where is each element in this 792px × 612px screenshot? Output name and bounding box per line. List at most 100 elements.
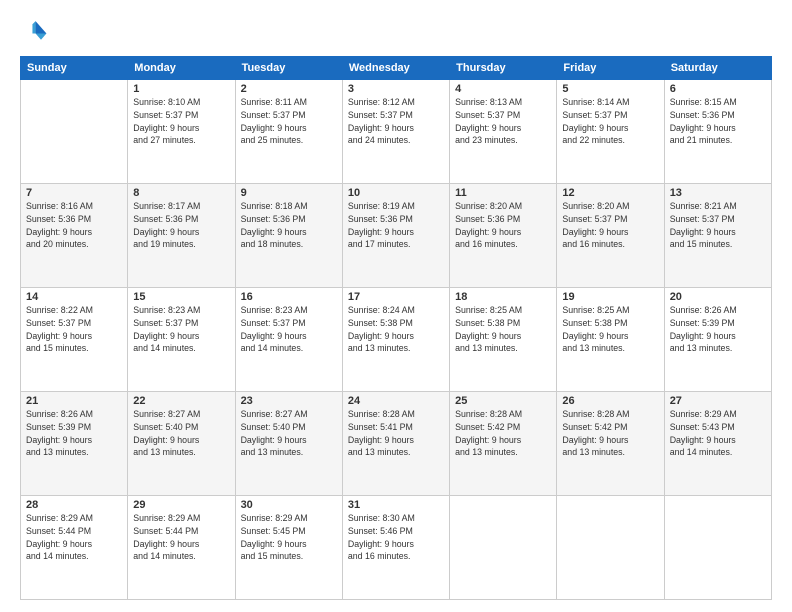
day-number: 26 xyxy=(562,395,658,407)
week-row-5: 28 Sunrise: 8:29 AMSunset: 5:44 PMDayligh… xyxy=(21,496,772,600)
day-info: Sunrise: 8:19 AMSunset: 5:36 PMDaylight:… xyxy=(348,200,444,251)
calendar-cell: 29Sunrise: 8:29 AMSunset: 5:44 PMDayligh… xyxy=(128,496,235,600)
day-info: Sunrise: 8:25 AMSunset: 5:38 PMDaylight:… xyxy=(562,304,658,355)
weekday-header-monday: Monday xyxy=(128,57,235,80)
calendar-cell xyxy=(664,496,771,600)
calendar: SundayMondayTuesdayWednesdayThursdayFrid… xyxy=(20,56,772,600)
day-number: 3 xyxy=(348,83,444,95)
calendar-cell: 3Sunrise: 8:12 AMSunset: 5:37 PMDaylight… xyxy=(342,80,449,184)
calendar-cell: 28Sunrise: 8:29 AMSunset: 5:44 PMDayligh… xyxy=(21,496,128,600)
day-info: Sunrise: 8:12 AMSunset: 5:37 PMDaylight:… xyxy=(348,96,444,147)
day-info: Sunrise: 8:29 AMSunset: 5:43 PMDaylight:… xyxy=(670,408,766,459)
day-number: 1 xyxy=(133,83,229,95)
calendar-cell: 4Sunrise: 8:13 AMSunset: 5:37 PMDaylight… xyxy=(450,80,557,184)
day-info: Sunrise: 8:14 AMSunset: 5:37 PMDaylight:… xyxy=(562,96,658,147)
day-info: Sunrise: 8:18 AMSunset: 5:36 PMDaylight:… xyxy=(241,200,337,251)
calendar-cell: 5Sunrise: 8:14 AMSunset: 5:37 PMDaylight… xyxy=(557,80,664,184)
calendar-cell: 22Sunrise: 8:27 AMSunset: 5:40 PMDayligh… xyxy=(128,392,235,496)
calendar-cell: 30Sunrise: 8:29 AMSunset: 5:45 PMDayligh… xyxy=(235,496,342,600)
calendar-cell: 12Sunrise: 8:20 AMSunset: 5:37 PMDayligh… xyxy=(557,184,664,288)
calendar-cell: 11Sunrise: 8:20 AMSunset: 5:36 PMDayligh… xyxy=(450,184,557,288)
day-number: 14 xyxy=(26,291,122,303)
weekday-header-friday: Friday xyxy=(557,57,664,80)
calendar-cell xyxy=(21,80,128,184)
weekday-header-saturday: Saturday xyxy=(664,57,771,80)
day-info: Sunrise: 8:17 AMSunset: 5:36 PMDaylight:… xyxy=(133,200,229,251)
calendar-cell: 1Sunrise: 8:10 AMSunset: 5:37 PMDaylight… xyxy=(128,80,235,184)
day-info: Sunrise: 8:28 AMSunset: 5:42 PMDaylight:… xyxy=(562,408,658,459)
weekday-header-row: SundayMondayTuesdayWednesdayThursdayFrid… xyxy=(21,57,772,80)
day-info: Sunrise: 8:26 AMSunset: 5:39 PMDaylight:… xyxy=(26,408,122,459)
weekday-header-sunday: Sunday xyxy=(21,57,128,80)
week-row-3: 14Sunrise: 8:22 AMSunset: 5:37 PMDayligh… xyxy=(21,288,772,392)
week-row-1: 1Sunrise: 8:10 AMSunset: 5:37 PMDaylight… xyxy=(21,80,772,184)
calendar-cell: 15Sunrise: 8:23 AMSunset: 5:37 PMDayligh… xyxy=(128,288,235,392)
logo-icon xyxy=(20,18,48,46)
day-info: Sunrise: 8:10 AMSunset: 5:37 PMDaylight:… xyxy=(133,96,229,147)
calendar-cell: 27Sunrise: 8:29 AMSunset: 5:43 PMDayligh… xyxy=(664,392,771,496)
calendar-cell: 13Sunrise: 8:21 AMSunset: 5:37 PMDayligh… xyxy=(664,184,771,288)
day-number: 20 xyxy=(670,291,766,303)
calendar-cell: 8Sunrise: 8:17 AMSunset: 5:36 PMDaylight… xyxy=(128,184,235,288)
calendar-cell xyxy=(557,496,664,600)
calendar-cell: 20Sunrise: 8:26 AMSunset: 5:39 PMDayligh… xyxy=(664,288,771,392)
day-number: 7 xyxy=(26,187,122,199)
day-number: 10 xyxy=(348,187,444,199)
day-number: 24 xyxy=(348,395,444,407)
day-number: 23 xyxy=(241,395,337,407)
day-info: Sunrise: 8:23 AMSunset: 5:37 PMDaylight:… xyxy=(133,304,229,355)
day-info: Sunrise: 8:21 AMSunset: 5:37 PMDaylight:… xyxy=(670,200,766,251)
day-info: Sunrise: 8:16 AMSunset: 5:36 PMDaylight:… xyxy=(26,200,122,251)
day-number: 8 xyxy=(133,187,229,199)
calendar-cell: 17Sunrise: 8:24 AMSunset: 5:38 PMDayligh… xyxy=(342,288,449,392)
day-number: 16 xyxy=(241,291,337,303)
calendar-cell: 23Sunrise: 8:27 AMSunset: 5:40 PMDayligh… xyxy=(235,392,342,496)
week-row-2: 7Sunrise: 8:16 AMSunset: 5:36 PMDaylight… xyxy=(21,184,772,288)
day-info: Sunrise: 8:30 AMSunset: 5:46 PMDaylight:… xyxy=(348,512,444,563)
calendar-cell: 25Sunrise: 8:28 AMSunset: 5:42 PMDayligh… xyxy=(450,392,557,496)
calendar-cell: 18Sunrise: 8:25 AMSunset: 5:38 PMDayligh… xyxy=(450,288,557,392)
calendar-cell: 2Sunrise: 8:11 AMSunset: 5:37 PMDaylight… xyxy=(235,80,342,184)
week-row-4: 21Sunrise: 8:26 AMSunset: 5:39 PMDayligh… xyxy=(21,392,772,496)
calendar-cell: 7Sunrise: 8:16 AMSunset: 5:36 PMDaylight… xyxy=(21,184,128,288)
day-info: Sunrise: 8:24 AMSunset: 5:38 PMDaylight:… xyxy=(348,304,444,355)
calendar-cell: 6Sunrise: 8:15 AMSunset: 5:36 PMDaylight… xyxy=(664,80,771,184)
calendar-cell: 9Sunrise: 8:18 AMSunset: 5:36 PMDaylight… xyxy=(235,184,342,288)
day-number: 6 xyxy=(670,83,766,95)
day-info: Sunrise: 8:28 AMSunset: 5:42 PMDaylight:… xyxy=(455,408,551,459)
day-number: 31 xyxy=(348,499,444,511)
day-number: 12 xyxy=(562,187,658,199)
day-number: 5 xyxy=(562,83,658,95)
day-info: Sunrise: 8:27 AMSunset: 5:40 PMDaylight:… xyxy=(133,408,229,459)
calendar-cell: 26Sunrise: 8:28 AMSunset: 5:42 PMDayligh… xyxy=(557,392,664,496)
day-number: 25 xyxy=(455,395,551,407)
day-number: 19 xyxy=(562,291,658,303)
page: SundayMondayTuesdayWednesdayThursdayFrid… xyxy=(0,0,792,612)
weekday-header-thursday: Thursday xyxy=(450,57,557,80)
day-info: Sunrise: 8:27 AMSunset: 5:40 PMDaylight:… xyxy=(241,408,337,459)
day-number: 29 xyxy=(133,499,229,511)
day-number: 18 xyxy=(455,291,551,303)
day-info: Sunrise: 8:23 AMSunset: 5:37 PMDaylight:… xyxy=(241,304,337,355)
day-number: 11 xyxy=(455,187,551,199)
day-number: 13 xyxy=(670,187,766,199)
calendar-cell: 21Sunrise: 8:26 AMSunset: 5:39 PMDayligh… xyxy=(21,392,128,496)
day-info: Sunrise: 8:29 AMSunset: 5:44 PMDaylight:… xyxy=(133,512,229,563)
calendar-cell xyxy=(450,496,557,600)
calendar-cell: 24Sunrise: 8:28 AMSunset: 5:41 PMDayligh… xyxy=(342,392,449,496)
weekday-header-tuesday: Tuesday xyxy=(235,57,342,80)
top-section xyxy=(20,18,772,46)
day-number: 22 xyxy=(133,395,229,407)
day-info: Sunrise: 8:20 AMSunset: 5:36 PMDaylight:… xyxy=(455,200,551,251)
weekday-header-wednesday: Wednesday xyxy=(342,57,449,80)
calendar-cell: 19Sunrise: 8:25 AMSunset: 5:38 PMDayligh… xyxy=(557,288,664,392)
day-number: 15 xyxy=(133,291,229,303)
day-number: 27 xyxy=(670,395,766,407)
day-number: 4 xyxy=(455,83,551,95)
logo xyxy=(20,18,52,46)
day-info: Sunrise: 8:25 AMSunset: 5:38 PMDaylight:… xyxy=(455,304,551,355)
day-info: Sunrise: 8:13 AMSunset: 5:37 PMDaylight:… xyxy=(455,96,551,147)
day-number: 21 xyxy=(26,395,122,407)
day-number: 28 xyxy=(26,499,122,511)
day-info: Sunrise: 8:26 AMSunset: 5:39 PMDaylight:… xyxy=(670,304,766,355)
